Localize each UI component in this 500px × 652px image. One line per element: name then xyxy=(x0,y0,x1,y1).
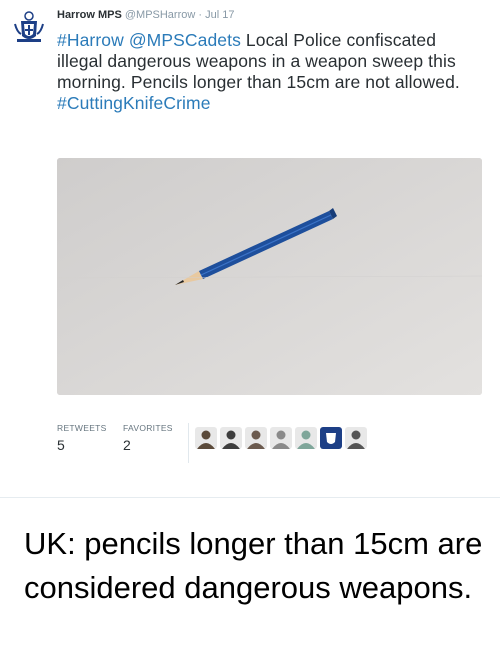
tweet-photo[interactable] xyxy=(57,158,482,395)
user-avatar-icon[interactable] xyxy=(295,427,317,449)
author-name[interactable]: Harrow MPS xyxy=(57,9,122,21)
favorites-label: FAVORITES xyxy=(123,423,173,433)
hashtag-cuttingknifecrime[interactable]: #CuttingKnifeCrime xyxy=(57,93,211,113)
author-handle[interactable]: @MPSHarrow xyxy=(125,9,195,21)
retweets-stat[interactable]: RETWEETS 5 xyxy=(57,423,107,454)
favorites-count: 2 xyxy=(123,437,131,453)
hashtag-harrow[interactable]: #Harrow xyxy=(57,30,124,50)
police-crest-icon[interactable] xyxy=(12,10,46,44)
tweet-text: #Harrow @MPSCadets Local Police confisca… xyxy=(57,30,477,114)
user-avatar-icon[interactable] xyxy=(345,427,367,449)
user-avatar-icon[interactable] xyxy=(270,427,292,449)
favorites-stat[interactable]: FAVORITES 2 xyxy=(123,423,173,454)
header-separator: · xyxy=(198,9,203,21)
user-avatar-icon[interactable] xyxy=(195,427,217,449)
tweet-card: Harrow MPS @MPSHarrow · Jul 17 #Harrow @… xyxy=(0,0,500,498)
mention-mpscadets[interactable]: @MPSCadets xyxy=(129,30,241,50)
user-avatar-icon[interactable] xyxy=(220,427,242,449)
user-avatar-icon[interactable] xyxy=(245,427,267,449)
tweet-header: Harrow MPS @MPSHarrow · Jul 17 xyxy=(57,8,234,22)
tweet-stats: RETWEETS 5 FAVORITES 2 xyxy=(57,423,487,463)
retweets-count: 5 xyxy=(57,437,65,453)
tweet-date[interactable]: Jul 17 xyxy=(205,9,234,21)
stats-divider xyxy=(188,423,189,463)
meme-caption: UK: pencils longer than 15cm are conside… xyxy=(24,526,483,605)
retweets-label: RETWEETS xyxy=(57,423,107,433)
police-crest-icon[interactable] xyxy=(320,427,342,449)
